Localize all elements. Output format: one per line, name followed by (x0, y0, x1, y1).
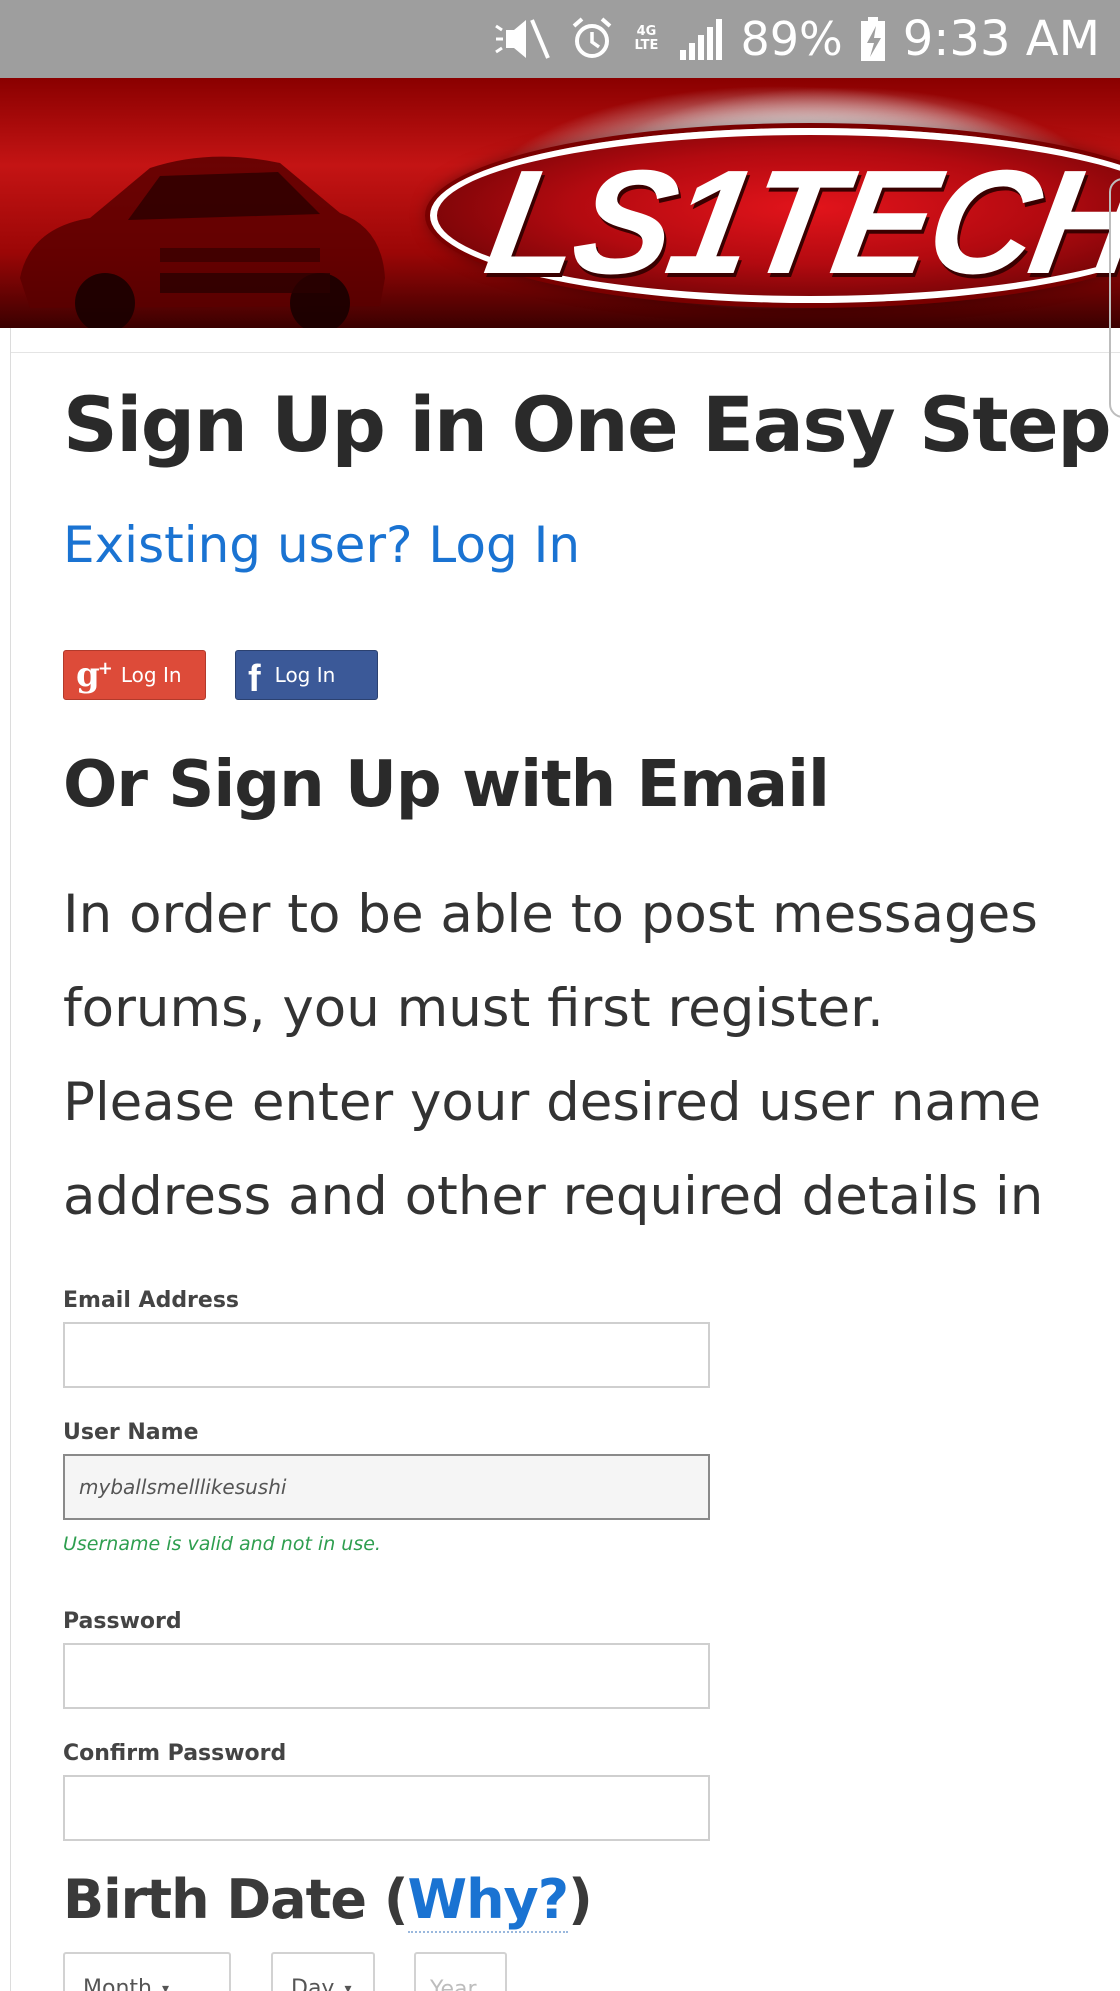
site-header-banner[interactable]: LS1TECH (0, 78, 1120, 328)
intro-line: In order to be able to post messages (63, 884, 1038, 945)
facebook-login-button[interactable]: f Log In (235, 650, 378, 700)
confirm-password-label: Confirm Password (63, 1741, 287, 1766)
why-link[interactable]: Why? (407, 1868, 569, 1933)
caret-down-icon: ▾ (161, 1981, 169, 1991)
password-label: Password (63, 1609, 182, 1634)
facebook-login-label: Log In (274, 663, 336, 687)
status-bar: 4G LTE 89% 9:33 AM (0, 0, 1120, 78)
car-image (10, 128, 390, 328)
day-select-label: Day (291, 1976, 335, 1991)
month-select[interactable]: Month ▾ (63, 1952, 231, 1991)
google-login-label: Log In (120, 663, 182, 687)
mute-icon (492, 13, 554, 65)
email-label: Email Address (63, 1288, 240, 1313)
birth-date-title: Birth Date (Why?) (63, 1868, 593, 1933)
page-title: Sign Up in One Easy Step (63, 380, 1112, 469)
clock: 9:33 AM (902, 11, 1100, 67)
username-label: User Name (63, 1420, 199, 1445)
divider (11, 352, 1120, 353)
confirm-password-field[interactable] (63, 1775, 710, 1841)
signal-icon (678, 13, 724, 65)
battery-charging-icon (859, 13, 887, 65)
intro-line: Please enter your desired user name (63, 1072, 1042, 1133)
birth-date-close: ) (568, 1868, 593, 1931)
intro-text: In order to be able to post messages for… (63, 868, 1120, 1244)
caret-down-icon: ▾ (344, 1981, 352, 1991)
google-plus-icon: g+ (76, 655, 113, 695)
intro-line: forums, you must first register. (63, 978, 884, 1039)
side-tab-outline (1109, 178, 1120, 418)
network-4g-icon: 4G LTE (630, 13, 662, 65)
password-field[interactable] (63, 1643, 710, 1709)
section-title: Or Sign Up with Email (63, 748, 830, 822)
year-input[interactable] (414, 1952, 507, 1991)
email-field[interactable] (63, 1322, 710, 1388)
intro-line: address and other required details in (63, 1166, 1044, 1227)
network-label: 4G LTE (634, 24, 659, 53)
day-select[interactable]: Day ▾ (271, 1952, 375, 1991)
username-valid-message: Username is valid and not in use. (63, 1533, 381, 1555)
facebook-icon: f (248, 658, 261, 700)
site-logo: LS1TECH (475, 140, 1120, 305)
google-login-button[interactable]: g+ Log In (63, 650, 206, 700)
birth-date-label: Birth Date ( (63, 1868, 409, 1931)
existing-user-login-link[interactable]: Existing user? Log In (63, 516, 580, 574)
alarm-icon (570, 13, 614, 65)
month-select-label: Month (83, 1976, 152, 1991)
battery-percent: 89% (740, 12, 843, 66)
username-field[interactable] (63, 1454, 710, 1520)
signup-panel: Sign Up in One Easy Step Existing user? … (10, 178, 1120, 1991)
